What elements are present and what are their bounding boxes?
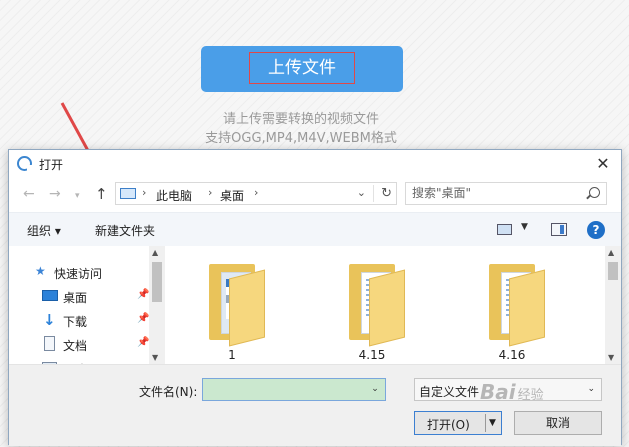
file-list: 1 4.15 4.16 ▲ ▼ (165, 246, 621, 364)
file-type-value: 自定义文件 (419, 385, 480, 399)
scroll-up-icon[interactable]: ▲ (608, 248, 614, 257)
refresh-icon[interactable]: ↻ (381, 186, 392, 201)
nav-item-desktop[interactable]: 桌面 📌 (9, 286, 149, 306)
app-logo-icon (17, 156, 33, 171)
button-divider (485, 414, 486, 432)
search-box[interactable] (405, 182, 607, 205)
nav-item-label: 文档 (63, 339, 88, 353)
chevron-right-icon[interactable]: › (254, 186, 258, 199)
folder-name: 4.15 (358, 348, 386, 362)
scroll-down-icon[interactable]: ▼ (152, 353, 158, 362)
pin-icon: 📌 (137, 289, 150, 300)
navigation-bar: ← → ▾ ↑ › 此电脑 › 桌面 › ⌄ ↻ (9, 178, 621, 212)
open-button-label: 打开(O) (427, 418, 470, 432)
address-divider (373, 185, 374, 202)
preview-pane-icon[interactable] (551, 223, 567, 236)
command-toolbar: 组织 ▾ 新建文件夹 ▼ ? (9, 212, 621, 246)
document-icon (44, 336, 55, 351)
chevron-right-icon[interactable]: › (142, 186, 146, 199)
upload-button-label: 上传文件 (249, 52, 355, 84)
file-name-label: 文件名(N): (139, 385, 198, 399)
chevron-right-icon[interactable]: › (208, 186, 212, 199)
dialog-title: 打开 (39, 158, 64, 172)
upload-hint: 请上传需要转换的视频文件 (222, 112, 379, 127)
view-dropdown-icon[interactable]: ▼ (521, 222, 528, 232)
star-icon: ★ (35, 264, 46, 278)
navigation-pane: ★ 快速访问 桌面 📌 ↓ 下载 📌 文档 📌 图片 ▲ ▼ (9, 246, 165, 377)
close-button[interactable]: ✕ (591, 152, 615, 176)
pin-icon: 📌 (137, 313, 150, 324)
chevron-down-icon: ⌄ (587, 384, 595, 394)
file-list-scrollbar[interactable]: ▲ ▼ (605, 246, 621, 364)
format-hint: 支持OGG,MP4,M4V,WEBM格式 (205, 131, 397, 146)
folder-icon (349, 264, 405, 347)
file-type-select[interactable]: 自定义文件 ⌄ (414, 378, 602, 401)
computer-icon (120, 188, 136, 199)
nav-item-label: 桌面 (63, 291, 88, 305)
chevron-down-icon[interactable]: ⌄ (366, 380, 384, 399)
nav-item-label: 下载 (63, 315, 88, 329)
folder-item[interactable]: 4.15 (327, 260, 417, 364)
breadcrumb-desktop[interactable]: 桌面 (220, 187, 244, 204)
open-options-dropdown-icon[interactable]: ▼ (489, 418, 496, 428)
download-icon: ↓ (43, 311, 56, 329)
folder-icon (489, 264, 545, 347)
nav-item-downloads[interactable]: ↓ 下载 📌 (9, 310, 149, 330)
dialog-titlebar[interactable]: 打开 ✕ (9, 150, 621, 178)
nav-item-label: 快速访问 (54, 267, 103, 281)
scroll-thumb[interactable] (152, 262, 162, 302)
recent-locations-chevron-icon[interactable]: ▾ (75, 188, 80, 204)
folder-name: 1 (228, 348, 236, 362)
nav-item-quick-access[interactable]: ★ 快速访问 (9, 262, 149, 282)
folder-name: 4.16 (498, 348, 526, 362)
cancel-button[interactable]: 取消 (514, 411, 602, 435)
file-name-input[interactable] (202, 378, 386, 401)
nav-item-documents[interactable]: 文档 📌 (9, 334, 149, 354)
upload-file-button[interactable]: 上传文件 (201, 46, 403, 92)
search-icon[interactable] (589, 187, 600, 198)
view-options-icon[interactable] (497, 224, 512, 235)
organize-menu[interactable]: 组织 ▾ (27, 222, 61, 239)
folder-item[interactable]: 1 (187, 260, 277, 364)
new-folder-button[interactable]: 新建文件夹 (95, 222, 155, 239)
open-button[interactable]: 打开(O) ▼ (414, 411, 502, 435)
folder-icon (209, 264, 265, 347)
pin-icon: 📌 (137, 337, 150, 348)
forward-arrow-icon[interactable]: → (49, 186, 61, 202)
scroll-thumb[interactable] (608, 262, 618, 280)
help-icon[interactable]: ? (587, 221, 605, 239)
scroll-down-icon[interactable]: ▼ (608, 353, 614, 362)
back-arrow-icon[interactable]: ← (23, 186, 35, 202)
address-bar[interactable]: › 此电脑 › 桌面 › ⌄ ↻ (115, 182, 397, 205)
breadcrumb-this-pc[interactable]: 此电脑 (156, 187, 192, 204)
scroll-up-icon[interactable]: ▲ (152, 248, 158, 257)
nav-pane-scrollbar[interactable]: ▲ ▼ (149, 246, 165, 364)
open-file-dialog: 打开 ✕ ← → ▾ ↑ › 此电脑 › 桌面 › ⌄ ↻ 组织 ▾ 新建文件夹… (8, 149, 622, 446)
dialog-footer: 文件名(N): ⌄ 自定义文件 ⌄ 打开(O) ▼ 取消 (9, 364, 621, 446)
search-input[interactable] (412, 186, 582, 200)
desktop-icon (42, 290, 58, 301)
folder-item[interactable]: 4.16 (467, 260, 557, 364)
up-arrow-icon[interactable]: ↑ (95, 186, 108, 202)
chevron-down-icon[interactable]: ⌄ (357, 186, 366, 199)
